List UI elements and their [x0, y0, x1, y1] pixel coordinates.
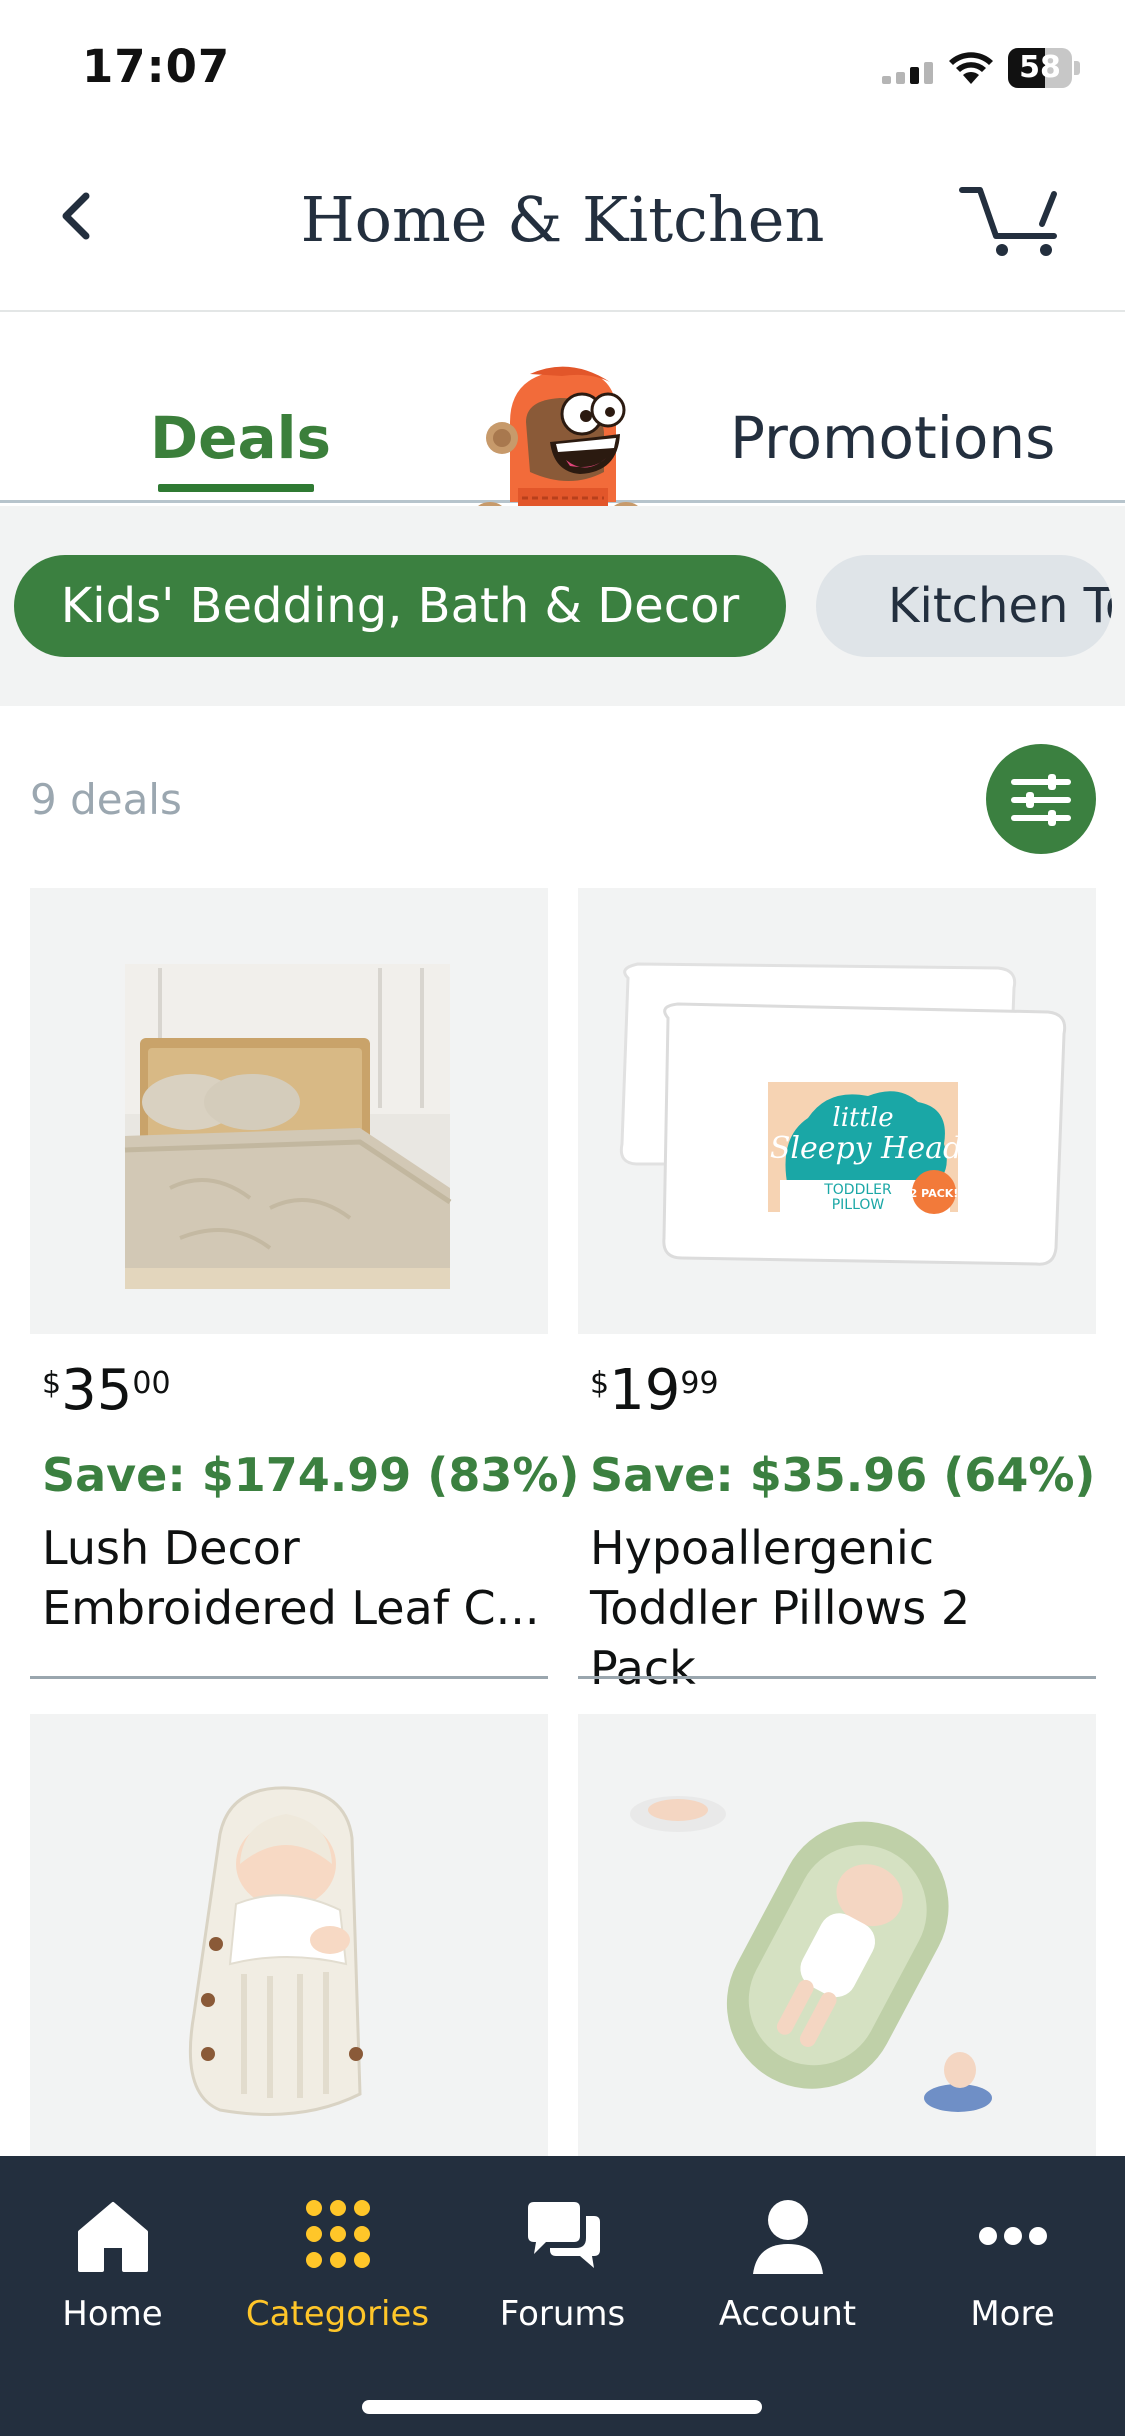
- card-divider: [578, 1676, 1096, 1679]
- quilt-set-image: [124, 964, 452, 1289]
- sliders-icon: [1011, 774, 1071, 826]
- chip-kids-bedding[interactable]: Kids' Bedding, Bath & Decor: [14, 555, 786, 657]
- product-title-line: Hypoallergenic: [590, 1521, 935, 1575]
- product-price: $1999: [590, 1358, 719, 1423]
- baby-sleeping-bag-image: [188, 1786, 363, 2116]
- chat-bubbles-icon: [527, 2202, 600, 2268]
- card-divider: [30, 1676, 548, 1679]
- person-icon: [752, 2200, 823, 2274]
- battery-percent: 58: [1019, 50, 1061, 85]
- status-time: 17:07: [82, 40, 231, 93]
- home-icon: [77, 2202, 148, 2272]
- battery-icon: 58: [1008, 48, 1080, 88]
- nav-label: Forums: [499, 2294, 626, 2334]
- cellular-signal-icon: [882, 62, 933, 84]
- svg-text:2 PACK!: 2 PACK!: [910, 1187, 959, 1200]
- baby-lounger-image: [630, 1796, 992, 2112]
- nav-forums[interactable]: Forums: [450, 2196, 675, 2334]
- product-title[interactable]: Lush Decor Embroidered Leaf C...: [42, 1518, 542, 1638]
- nav-home[interactable]: Home: [0, 2196, 225, 2334]
- app-root: 17:07 58 Home & Kitchen Deals Promotions…: [0, 0, 1125, 2436]
- nav-account[interactable]: Account: [675, 2196, 900, 2334]
- category-chip-row: Kids' Bedding, Bath & Decor Kitchen To: [0, 506, 1125, 706]
- chip-kitchen-tools[interactable]: Kitchen To: [816, 555, 1112, 657]
- product-title[interactable]: Hypoallergenic Toddler Pillows 2 Pack: [590, 1518, 1090, 1698]
- product-image[interactable]: [578, 1714, 1096, 2160]
- product-title-line: Lush Decor: [42, 1521, 300, 1575]
- svg-text:little: little: [832, 1103, 893, 1133]
- monkey-mascot-icon: [474, 366, 642, 526]
- tab-deals[interactable]: Deals: [150, 404, 331, 472]
- home-indicator[interactable]: [362, 2400, 762, 2414]
- toddler-pillows-image: little Sleepy Head TODDLER PILLOW 2 PACK…: [619, 962, 1067, 1266]
- nav-categories[interactable]: Categories: [225, 2196, 450, 2334]
- filter-button[interactable]: [986, 744, 1096, 854]
- nav-label: Categories: [245, 2294, 430, 2334]
- product-image[interactable]: [30, 888, 548, 1334]
- product-savings: Save: $35.96 (64%): [590, 1448, 1096, 1502]
- svg-text:Sleepy Head: Sleepy Head: [770, 1131, 962, 1166]
- more-dots-icon: [978, 2227, 1047, 2245]
- bottom-nav: Home Categories Forums Account More: [0, 2156, 1125, 2436]
- product-title-line: Embroidered Leaf C...: [42, 1581, 540, 1635]
- page-title: Home & Kitchen: [300, 183, 825, 256]
- header: Home & Kitchen: [0, 140, 1125, 312]
- nav-label: Home: [62, 2294, 163, 2334]
- wifi-icon: [949, 52, 993, 84]
- product-title-line: Toddler Pillows 2 Pack: [590, 1581, 971, 1695]
- status-bar: 17:07 58: [0, 0, 1125, 140]
- svg-text:TODDLER: TODDLER: [823, 1182, 892, 1198]
- product-savings: Save: $174.99 (83%): [42, 1448, 580, 1502]
- tab-bar: Deals Promotions: [0, 312, 1125, 526]
- nav-label: More: [970, 2294, 1055, 2334]
- grid-icon: [305, 2200, 370, 2268]
- product-price: $3500: [42, 1358, 171, 1423]
- nav-label: Account: [718, 2294, 857, 2334]
- nav-more[interactable]: More: [900, 2196, 1125, 2334]
- product-image[interactable]: little Sleepy Head TODDLER PILLOW 2 PACK…: [578, 888, 1096, 1334]
- tab-promotions[interactable]: Promotions: [730, 404, 1055, 472]
- svg-text:PILLOW: PILLOW: [832, 1197, 885, 1213]
- deals-count: 9 deals: [30, 775, 182, 824]
- product-image[interactable]: [30, 1714, 548, 2160]
- cart-button[interactable]: [958, 180, 1068, 260]
- active-tab-indicator: [158, 484, 314, 492]
- cart-icon: [959, 187, 1057, 256]
